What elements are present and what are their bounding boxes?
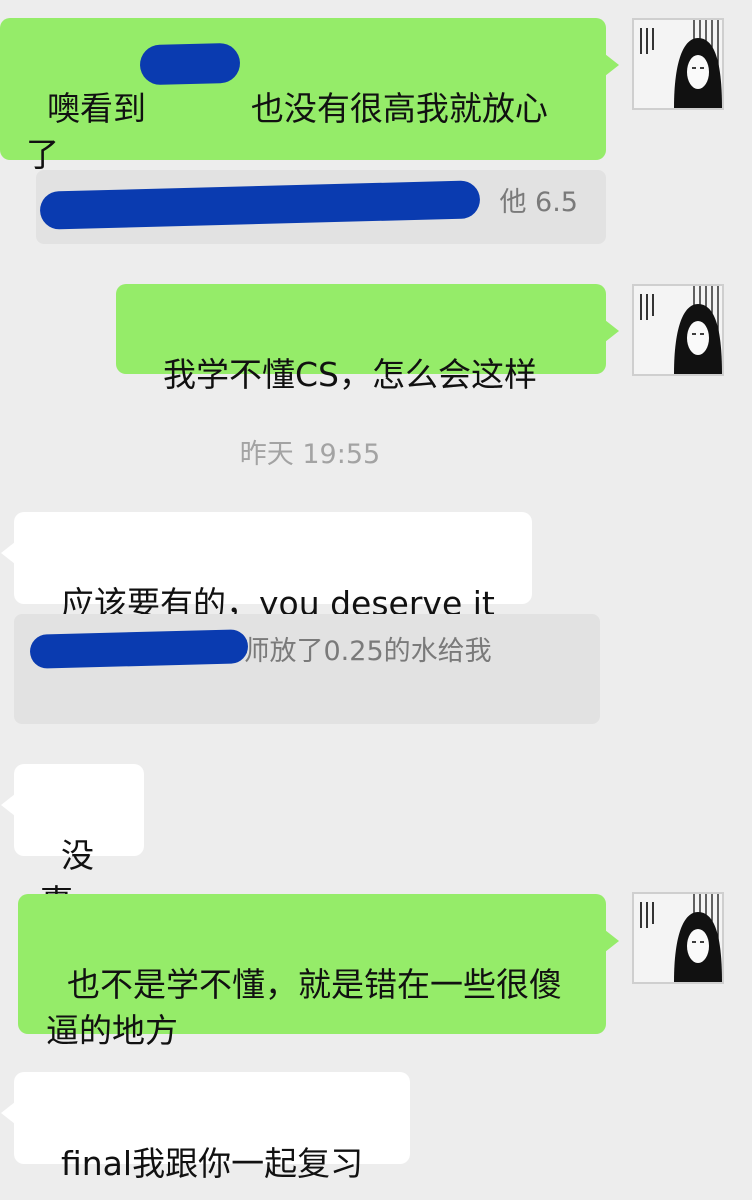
message-bubble-mine[interactable]: 我学不懂CS，怎么会这样 (116, 284, 619, 394)
avatar-icon[interactable] (632, 18, 724, 110)
message-text: 噢看到 也没有很高我就放心了 (26, 89, 548, 174)
avatar-manga-girl-icon (634, 20, 722, 108)
message-bubble-mine[interactable]: 也不是学不懂，就是错在一些很傻逼的地方 (18, 894, 619, 1050)
message-bubble-mine[interactable]: 噢看到 也没有很高我就放心了 (0, 18, 619, 174)
avatar-icon[interactable] (632, 284, 724, 376)
message-bubble-theirs[interactable]: 没事 (1, 764, 144, 921)
message-text: final我跟你一起复习 (60, 1144, 364, 1183)
quoted-message[interactable]: 嗯。。最后一题老师放了0.25的水给我 (14, 614, 600, 724)
message-text: 我学不懂CS，怎么会这样 (162, 355, 537, 394)
redaction-mark (139, 42, 241, 86)
message-bubble-theirs[interactable]: final我跟你一起复习 (1, 1072, 410, 1183)
redaction-mark (29, 629, 249, 669)
avatar-manga-girl-icon (634, 894, 722, 982)
message-bubble-theirs[interactable]: 应该要有的，you deserve it (1, 512, 532, 623)
chat-timestamp: 昨天 19:55 (239, 439, 381, 470)
avatar-icon[interactable] (632, 892, 724, 984)
quote-text: 他 6.5 (499, 187, 578, 218)
message-text: 也不是学不懂，就是错在一些很傻逼的地方 (46, 965, 562, 1050)
avatar-manga-girl-icon (634, 286, 722, 374)
